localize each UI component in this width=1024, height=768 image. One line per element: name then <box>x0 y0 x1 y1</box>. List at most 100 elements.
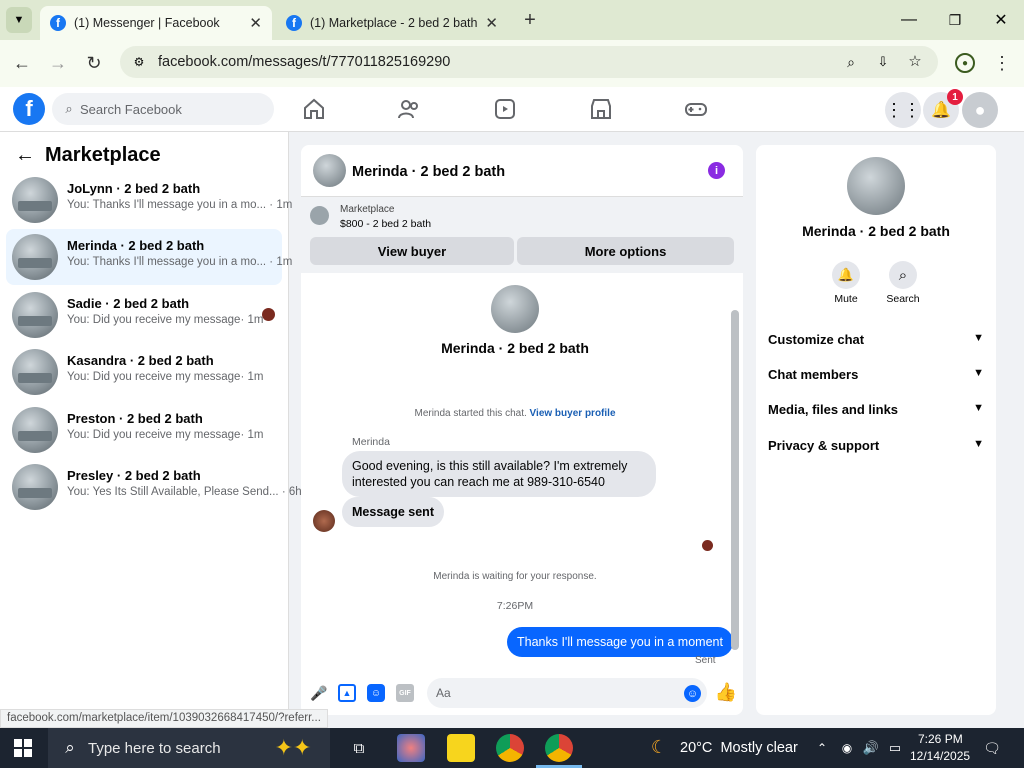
sticker-icon[interactable]: ☺ <box>367 684 385 702</box>
display-icon[interactable]: ▭ <box>886 738 904 758</box>
messages-area: Merinda · 2 bed 2 bath Merinda started t… <box>301 275 743 666</box>
more-options-button[interactable]: More options <box>517 237 734 265</box>
mute-icon[interactable]: 🔔 <box>832 261 860 289</box>
facebook-logo-icon[interactable]: f <box>13 93 45 125</box>
incoming-message[interactable]: Good evening, is this still available? I… <box>342 451 656 497</box>
clock-date[interactable]: 12/14/2025 <box>910 749 970 763</box>
photo-icon[interactable]: ▲ <box>338 684 356 702</box>
details-name: Merinda · 2 bed 2 bath <box>802 223 950 239</box>
chrome-icon[interactable] <box>496 734 524 762</box>
account-avatar[interactable]: ● <box>962 92 998 128</box>
weather-text[interactable]: 20°C Mostly clear <box>680 740 798 756</box>
message-input[interactable]: Aa ☺ <box>427 678 707 708</box>
view-buyer-button[interactable]: View buyer <box>310 237 514 265</box>
chat-header-avatar[interactable] <box>313 154 346 187</box>
chevron-down-icon: ▼ <box>973 402 984 414</box>
search-input[interactable]: ⌕ Search Facebook <box>52 93 274 125</box>
chat-members-section[interactable]: Chat members ▼ <box>768 367 984 382</box>
view-buyer-profile-link[interactable]: View buyer profile <box>530 408 616 419</box>
facebook-favicon-icon: f <box>50 15 66 31</box>
chrome-menu-icon[interactable]: ⋮ <box>992 51 1012 75</box>
gaming-icon[interactable] <box>684 97 708 121</box>
listing-thumbnail <box>12 177 58 223</box>
chat-header-name[interactable]: Merinda · 2 bed 2 bath <box>352 164 505 180</box>
tab-marketplace[interactable]: f (1) Marketplace - 2 bed 2 bath ✕ <box>276 6 508 40</box>
conversation-item[interactable]: Sadie · 2 bed 2 bath You: Did you receiv… <box>6 287 282 343</box>
video-icon[interactable] <box>493 97 517 121</box>
chevron-down-icon: ▼ <box>973 332 984 344</box>
conversation-name: Preston · 2 bed 2 bath <box>67 411 203 426</box>
clock-time[interactable]: 7:26 PM <box>918 732 963 746</box>
reload-icon[interactable]: ↻ <box>82 51 106 75</box>
page-title: Marketplace <box>45 144 161 166</box>
tab-search-button[interactable]: ▼ <box>6 7 32 33</box>
close-tab-icon[interactable]: ✕ <box>485 14 498 32</box>
conversation-preview: You: Did you receive my message· 1m <box>67 314 264 326</box>
conversation-item-selected[interactable]: Merinda · 2 bed 2 bath You: Thanks I'll … <box>6 229 292 285</box>
chat-started-notice: Merinda started this chat. View buyer pr… <box>414 408 616 419</box>
close-tab-icon[interactable]: ✕ <box>249 14 262 32</box>
home-icon[interactable] <box>302 97 326 121</box>
listing-thumbnail <box>12 292 58 338</box>
taskbar-search-box[interactable]: ⌕ Type here to search ✦✦ <box>48 728 330 768</box>
listing-title: $800 - 2 bed 2 bath <box>340 218 432 230</box>
address-bar[interactable]: ⚙ facebook.com/messages/t/77701182516929… <box>120 46 938 78</box>
emoji-icon[interactable]: ☺ <box>684 685 701 702</box>
network-icon[interactable]: ◉ <box>838 738 856 758</box>
zoom-icon[interactable]: ⌕ <box>842 53 860 71</box>
facebook-favicon-icon: f <box>286 15 302 31</box>
friends-icon[interactable] <box>397 97 421 121</box>
minimize-icon[interactable]: — <box>896 8 922 32</box>
conversation-item[interactable]: JoLynn · 2 bed 2 bath You: Thanks I'll m… <box>6 172 292 228</box>
gif-icon[interactable]: GIF <box>396 684 414 702</box>
details-avatar <box>847 157 905 215</box>
conversation-name: Presley · 2 bed 2 bath <box>67 468 201 483</box>
customize-chat-section[interactable]: Customize chat ▼ <box>768 332 984 347</box>
weather-moon-icon[interactable]: ☾ <box>648 736 670 758</box>
incoming-message[interactable]: Message sent <box>342 497 444 527</box>
marketplace-listing-bar: Marketplace $800 - 2 bed 2 bath View buy… <box>301 197 743 273</box>
composer: 🎤 ▲ ☺ GIF Aa ☺ 👍 <box>301 675 743 715</box>
conversation-item[interactable]: Presley · 2 bed 2 bath You: Yes Its Stil… <box>6 459 302 515</box>
install-app-icon[interactable]: ⇩ <box>874 53 892 71</box>
back-icon[interactable]: ← <box>10 51 34 75</box>
search-placeholder: Search Facebook <box>80 102 182 117</box>
media-files-links-section[interactable]: Media, files and links ▼ <box>768 402 984 417</box>
back-arrow-icon[interactable]: ← <box>14 144 36 166</box>
privacy-support-section[interactable]: Privacy & support ▼ <box>768 438 984 453</box>
search-icon: ⌕ <box>65 738 75 757</box>
new-tab-icon[interactable]: + <box>518 8 542 32</box>
forward-icon[interactable]: → <box>46 51 70 75</box>
notification-center-icon[interactable]: 🗨 <box>982 738 1002 758</box>
site-info-icon[interactable]: ⚙ <box>130 53 148 71</box>
chrome-active-icon[interactable] <box>545 734 573 762</box>
volume-icon[interactable]: 🔊 <box>862 738 880 758</box>
restore-icon[interactable]: ❐ <box>942 8 968 32</box>
tab-messenger[interactable]: f (1) Messenger | Facebook ✕ <box>40 6 272 40</box>
tab-title: (1) Marketplace - 2 bed 2 bath <box>310 16 478 30</box>
browser-tab-strip: ▼ f (1) Messenger | Facebook ✕ f (1) Mar… <box>0 0 1024 40</box>
tab-title: (1) Messenger | Facebook <box>74 16 220 30</box>
show-hidden-icons[interactable]: ⌃ <box>814 738 830 758</box>
search-icon[interactable]: ⌕ <box>889 261 917 289</box>
scrollbar[interactable] <box>731 310 739 650</box>
profile-icon[interactable]: ● <box>955 53 975 73</box>
sticky-notes-icon[interactable] <box>447 734 475 762</box>
chat-details-panel: Merinda · 2 bed 2 bath 🔔 Mute ⌕ Search C… <box>756 145 996 715</box>
info-icon[interactable]: i <box>708 162 725 179</box>
outgoing-message[interactable]: Thanks I'll message you in a moment <box>507 627 733 657</box>
like-icon[interactable]: 👍 <box>715 681 737 703</box>
listing-thumbnail[interactable] <box>310 206 329 225</box>
menu-grid-icon[interactable]: ⋮⋮ <box>885 92 921 128</box>
conversation-item[interactable]: Kasandra · 2 bed 2 bath You: Did you rec… <box>6 344 282 400</box>
close-window-icon[interactable]: ✕ <box>988 8 1014 32</box>
microphone-icon[interactable]: 🎤 <box>310 684 328 702</box>
windows-start-icon[interactable] <box>14 739 32 757</box>
bookmark-star-icon[interactable]: ☆ <box>906 52 924 70</box>
task-view-icon[interactable]: ⧉ <box>348 738 370 758</box>
url-text[interactable]: facebook.com/messages/t/777011825169290 <box>158 54 450 70</box>
marketplace-icon[interactable] <box>589 97 613 121</box>
snipping-tool-icon[interactable] <box>397 734 425 762</box>
conversation-item[interactable]: Preston · 2 bed 2 bath You: Did you rece… <box>6 402 282 458</box>
waiting-notice: Merinda is waiting for your response. <box>433 571 597 582</box>
